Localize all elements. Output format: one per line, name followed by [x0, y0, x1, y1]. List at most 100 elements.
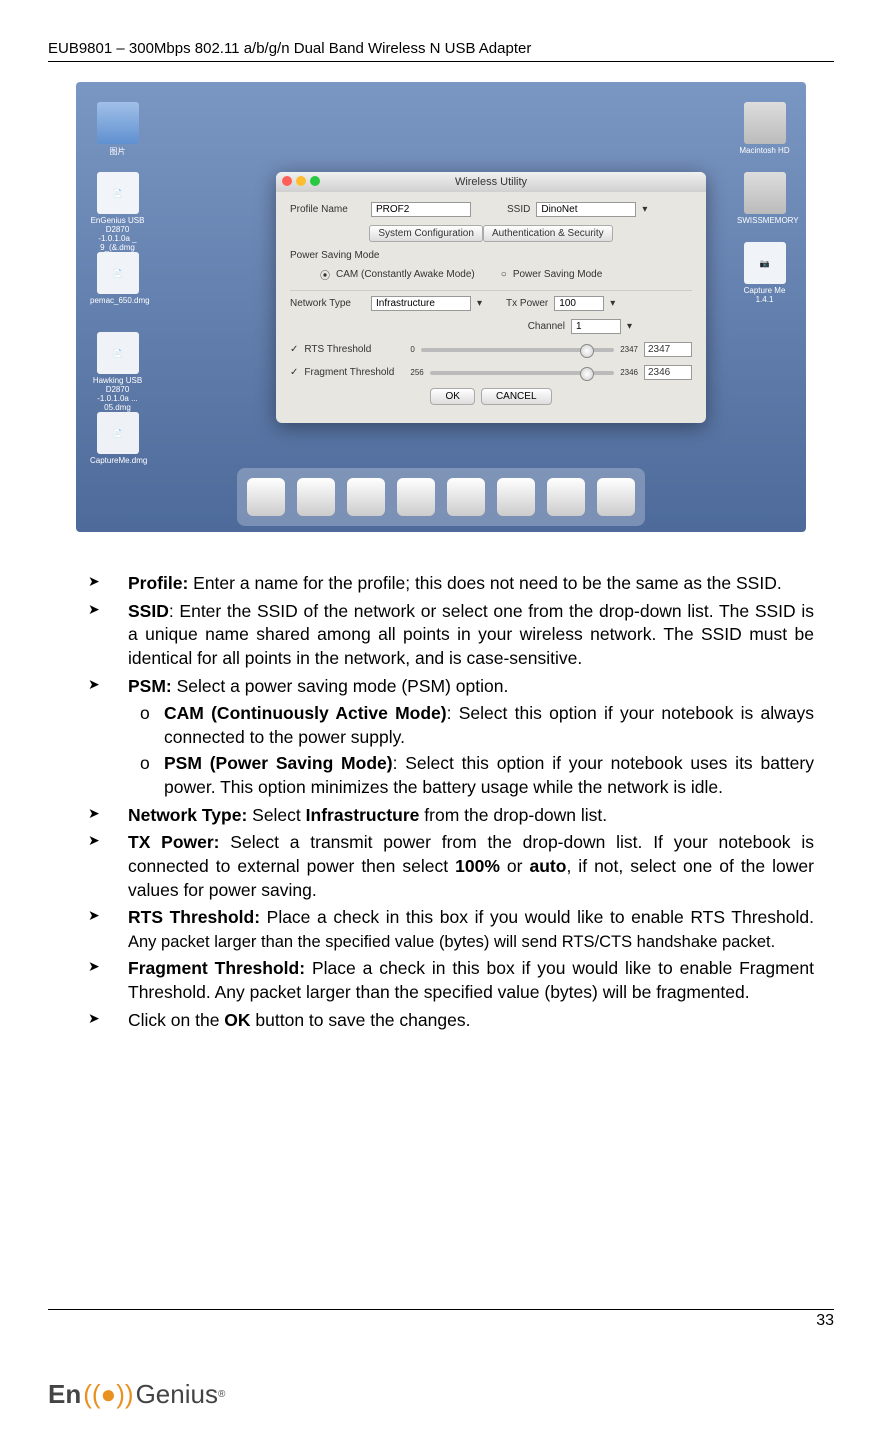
power-saving-mode-label: Power Saving Mode: [290, 250, 692, 261]
document-page: EUB9801 – 300Mbps 802.11 a/b/g/n Dual Ba…: [0, 0, 882, 1450]
rts-threshold-value[interactable]: 2347: [644, 342, 692, 357]
list-item: PSM (Power Saving Mode): Select this opt…: [164, 752, 814, 799]
slider-thumb[interactable]: [580, 367, 594, 381]
tab-system-configuration[interactable]: System Configuration: [369, 225, 483, 242]
cam-radio[interactable]: [320, 267, 330, 282]
slider-thumb[interactable]: [580, 344, 594, 358]
ok-text2: button to save the changes.: [251, 1010, 471, 1030]
dock-item[interactable]: [497, 478, 535, 516]
fragment-threshold-label: Fragment Threshold: [304, 367, 404, 378]
icon-label: pemac_650.dmg: [90, 296, 150, 305]
page-number: 33: [48, 1309, 834, 1330]
channel-label: Channel: [528, 321, 565, 332]
cancel-button[interactable]: CANCEL: [481, 388, 552, 405]
icon-label: EnGenius USB D2870 -1.0.1.0a _ 9_(&.dmg: [91, 216, 145, 252]
dialog-title: Wireless Utility: [276, 172, 706, 192]
network-bold1: Infrastructure: [306, 805, 420, 825]
tx-heading: TX Power:: [128, 832, 230, 852]
frag-min: 256: [410, 368, 423, 377]
dock-item[interactable]: [597, 478, 635, 516]
minimize-icon[interactable]: [296, 176, 306, 186]
profile-name-input[interactable]: [371, 202, 471, 217]
rts-threshold-label: RTS Threshold: [304, 344, 404, 355]
fragment-threshold-slider[interactable]: [430, 371, 614, 375]
psm-radio-label: Power Saving Mode: [513, 269, 603, 280]
dock-item[interactable]: [347, 478, 385, 516]
desktop-icon-dmg: 📄 Hawking USB D2870 -1.0.1.0a ... 05.dmg: [90, 332, 145, 412]
channel-select[interactable]: [571, 319, 621, 334]
rts-min: 0: [410, 345, 414, 354]
footer-logo: En((●))Genius®: [48, 1379, 225, 1410]
frag-max: 2346: [620, 368, 638, 377]
profile-heading: Profile:: [128, 573, 193, 593]
tab-authentication-security[interactable]: Authentication & Security: [483, 225, 613, 242]
profile-text: Enter a name for the profile; this does …: [193, 573, 782, 593]
network-heading: Network Type:: [128, 805, 252, 825]
wireless-utility-dialog: Wireless Utility Profile Name SSID ▾ Sys…: [276, 172, 706, 423]
dock-item[interactable]: [297, 478, 335, 516]
brand-text: Genius: [136, 1379, 218, 1410]
network-text1: Select: [252, 805, 306, 825]
icon-label: Macintosh HD: [739, 146, 789, 155]
network-type-label: Network Type: [290, 298, 365, 309]
chevron-down-icon[interactable]: ▾: [610, 298, 615, 309]
chevron-down-icon[interactable]: ▾: [627, 321, 632, 332]
ssid-label: SSID: [507, 204, 530, 215]
rts-threshold-checkbox[interactable]: [290, 344, 298, 355]
ok-bold1: OK: [224, 1010, 250, 1030]
list-item: SSID: Enter the SSID of the network or s…: [128, 600, 814, 671]
psm-radio[interactable]: [501, 269, 507, 280]
desktop-icon-dmg: 📄 CaptureMe.dmg: [90, 412, 145, 465]
icon-label: Capture Me 1.4.1: [744, 286, 786, 304]
fragment-threshold-checkbox[interactable]: [290, 367, 298, 378]
desktop-icon-dmg: 📄 EnGenius USB D2870 -1.0.1.0a _ 9_(&.dm…: [90, 172, 145, 252]
rts-threshold-slider[interactable]: [421, 348, 614, 352]
close-icon[interactable]: [282, 176, 292, 186]
psm-sub-heading: PSM (Power Saving Mode): [164, 753, 393, 773]
ok-text1: Click on the: [128, 1010, 224, 1030]
rts-text1: Place a check in this box if you would l…: [267, 907, 814, 927]
icon-label: 图片: [110, 147, 126, 156]
ssid-input[interactable]: [536, 202, 636, 217]
dock-item[interactable]: [547, 478, 585, 516]
list-item: RTS Threshold: Place a check in this box…: [128, 906, 814, 953]
tx-bold2: auto: [529, 856, 566, 876]
cam-heading: CAM (Continuously Active Mode): [164, 703, 447, 723]
tx-power-label: Tx Power: [506, 298, 548, 309]
dock-item[interactable]: [397, 478, 435, 516]
window-controls[interactable]: [282, 176, 320, 186]
chevron-down-icon[interactable]: ▾: [477, 298, 482, 309]
dock-item[interactable]: [247, 478, 285, 516]
disk-icon: [744, 102, 786, 144]
desktop-icon-disk: Macintosh HD: [737, 102, 792, 155]
zoom-icon[interactable]: [310, 176, 320, 186]
list-item: PSM: Select a power saving mode (PSM) op…: [128, 675, 814, 800]
tx-power-select[interactable]: [554, 296, 604, 311]
psm-heading: PSM:: [128, 676, 177, 696]
dock-item[interactable]: [447, 478, 485, 516]
page-header: EUB9801 – 300Mbps 802.11 a/b/g/n Dual Ba…: [48, 40, 834, 62]
file-icon: 📄: [97, 172, 139, 214]
network-type-select[interactable]: [371, 296, 471, 311]
list-item: Profile: Enter a name for the profile; t…: [128, 572, 814, 596]
screenshot-wireless-utility: 图片 📄 EnGenius USB D2870 -1.0.1.0a _ 9_(&…: [76, 82, 806, 532]
rts-heading: RTS Threshold:: [128, 907, 267, 927]
ok-button[interactable]: OK: [430, 388, 474, 405]
psm-text: Select a power saving mode (PSM) option.: [177, 676, 509, 696]
disk-icon: [744, 172, 786, 214]
list-item: Click on the OK button to save the chang…: [128, 1009, 814, 1033]
icon-label: CaptureMe.dmg: [90, 456, 147, 465]
cam-radio-label: CAM (Constantly Awake Mode): [336, 269, 475, 280]
icon-label: SWISSMEMORY: [737, 216, 799, 225]
chevron-down-icon[interactable]: ▾: [642, 204, 647, 215]
desktop-icon-disk: SWISSMEMORY: [737, 172, 792, 225]
tx-text2: or: [500, 856, 530, 876]
list-item: TX Power: Select a transmit power from t…: [128, 831, 814, 902]
fragment-threshold-value[interactable]: 2346: [644, 365, 692, 380]
profile-name-label: Profile Name: [290, 204, 365, 215]
desktop-icon-dmg: 📄 pemac_650.dmg: [90, 252, 145, 305]
folder-icon: [97, 102, 139, 144]
dock: [237, 468, 645, 526]
list-item: Fragment Threshold: Place a check in thi…: [128, 957, 814, 1004]
icon-label: Hawking USB D2870 -1.0.1.0a ... 05.dmg: [93, 376, 142, 412]
